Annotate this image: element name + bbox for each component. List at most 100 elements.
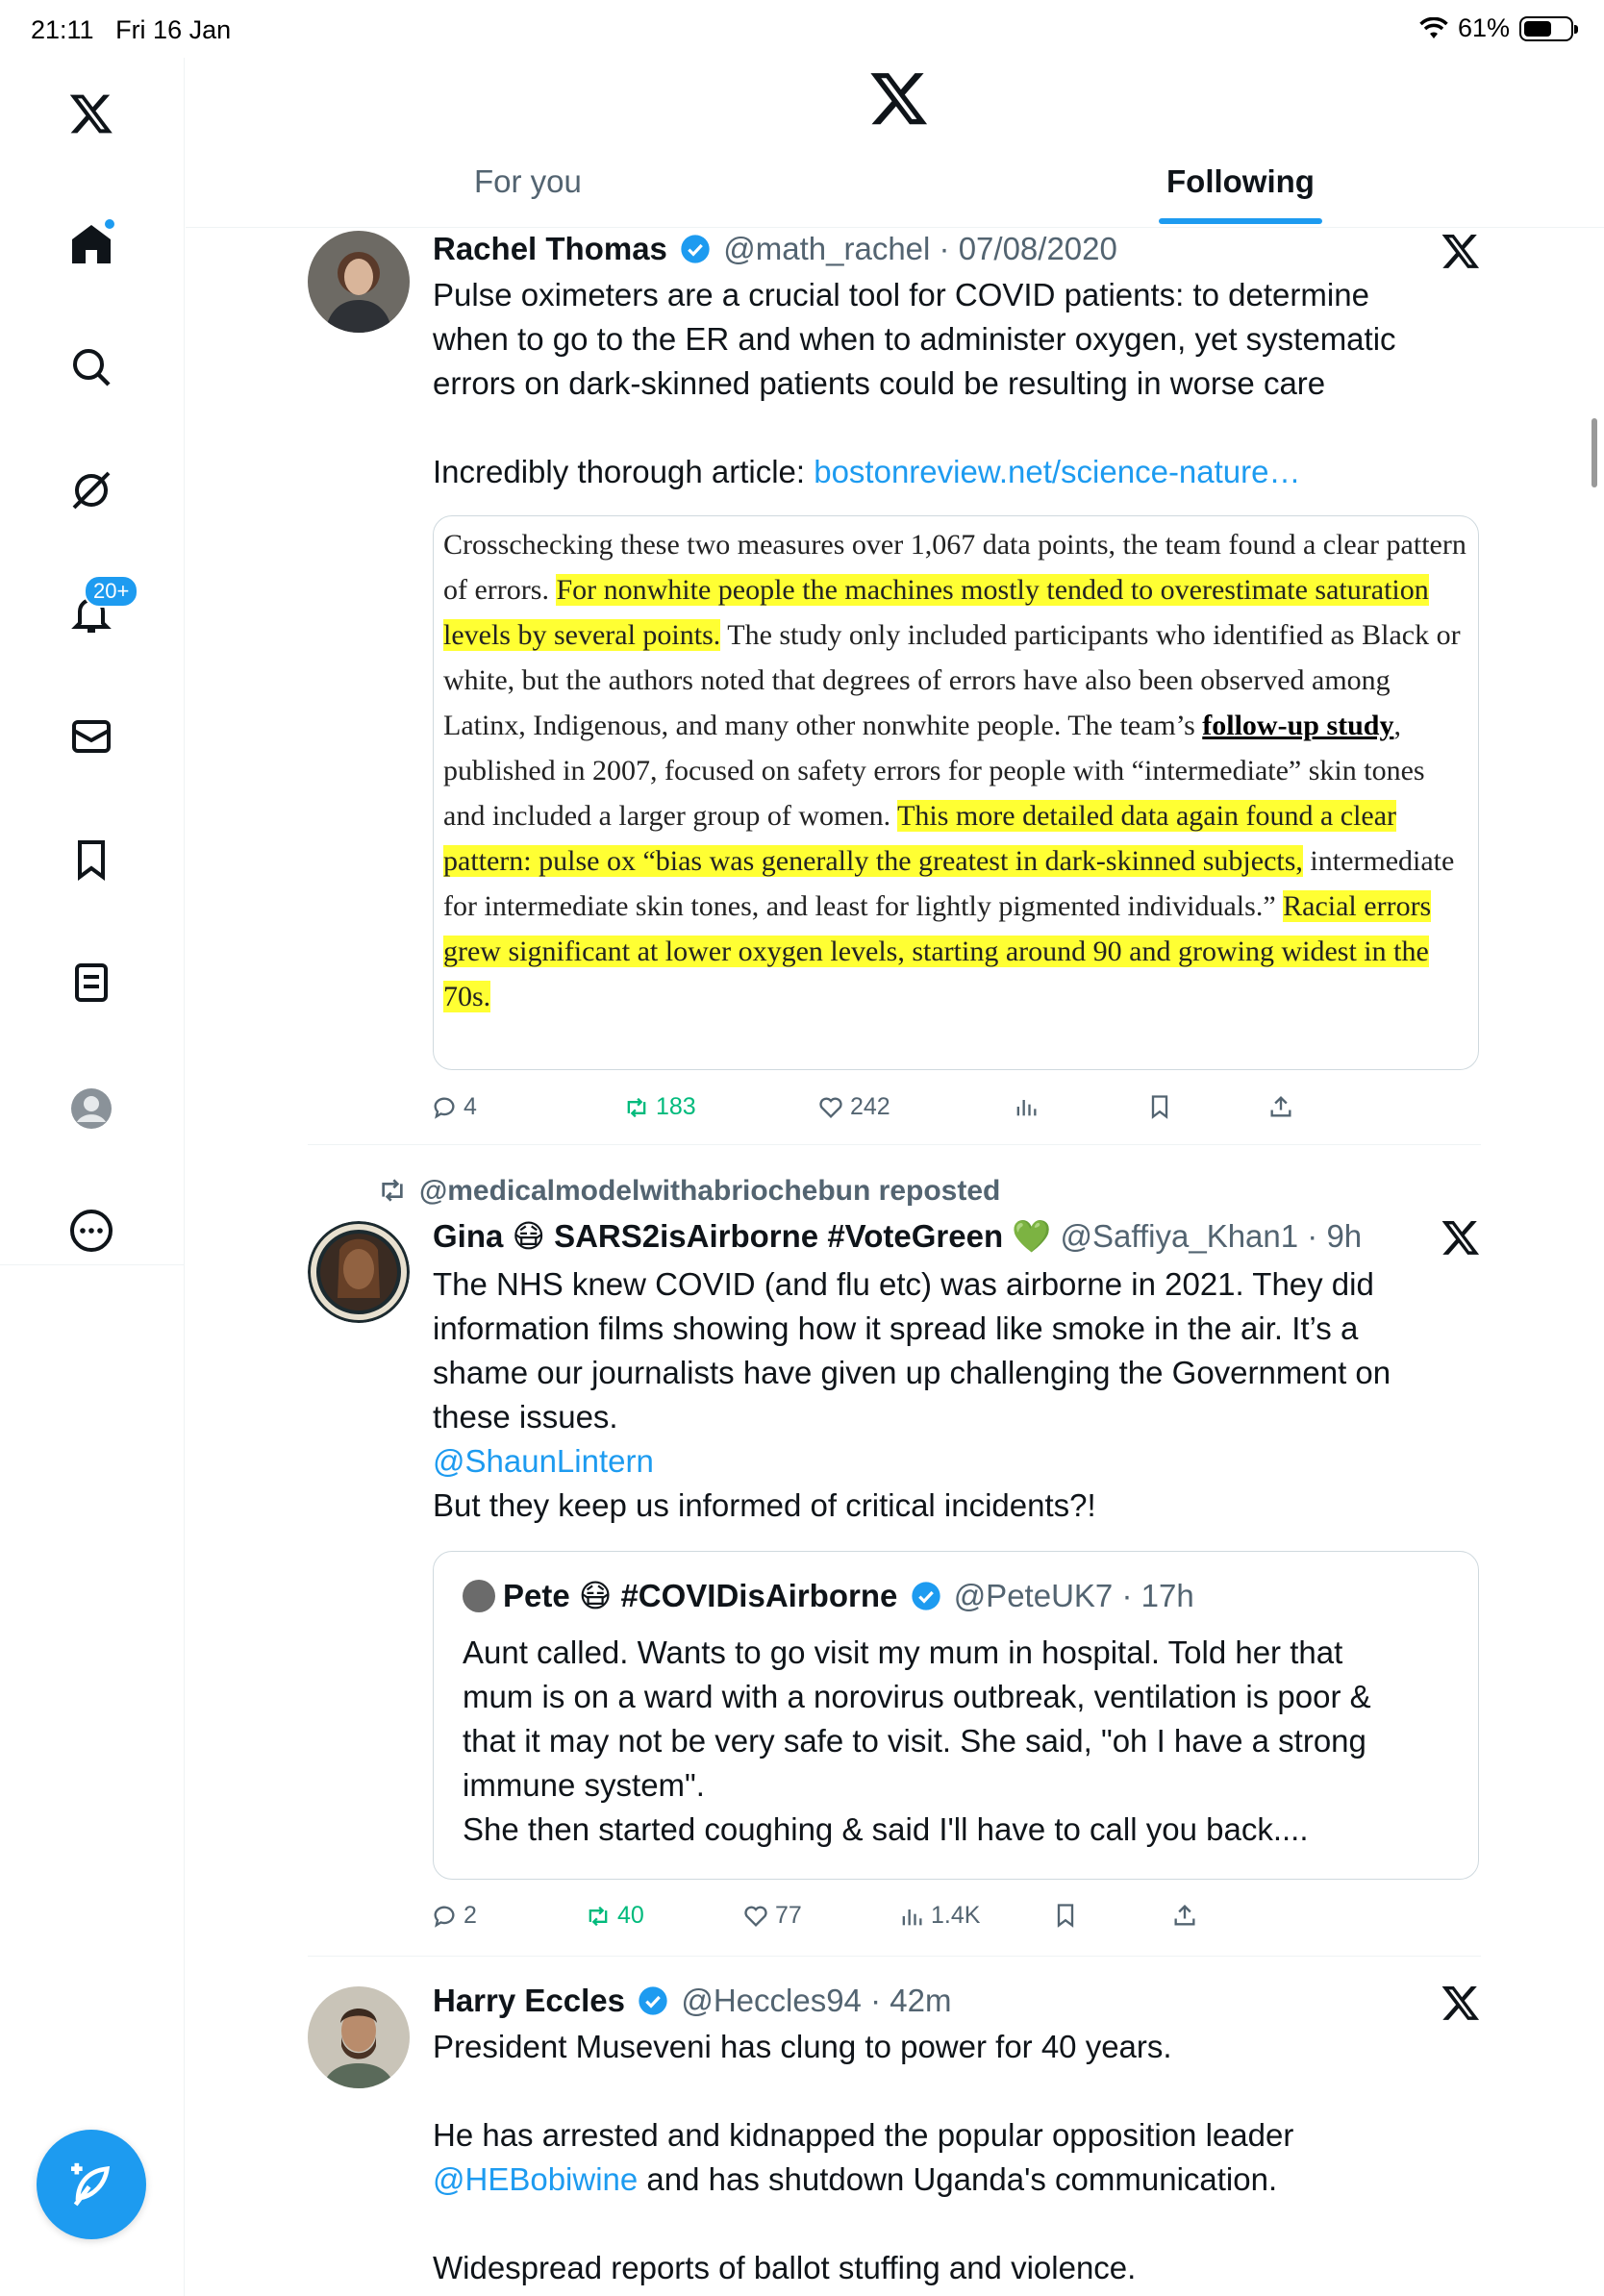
views-icon bbox=[902, 1909, 922, 1925]
bookmark-button[interactable] bbox=[1052, 1902, 1079, 1929]
verified-badge-icon bbox=[639, 1986, 667, 2015]
x-logo-icon bbox=[870, 73, 928, 125]
repost-context[interactable]: @medicalmodelwithabriochebun reposted bbox=[377, 1175, 1000, 1208]
tweet[interactable]: Harry Eccles @Heccles94 · 42m President … bbox=[308, 1983, 1481, 2296]
compose-button[interactable] bbox=[37, 2130, 146, 2239]
like-count: 242 bbox=[850, 1093, 890, 1120]
like-button[interactable]: 242 bbox=[817, 1093, 890, 1121]
search-icon[interactable] bbox=[63, 338, 120, 396]
tweet-time[interactable]: · 9h bbox=[1307, 1218, 1362, 1254]
tweet-text-line: Pulse oximeters are a crucial tool for C… bbox=[433, 277, 1369, 312]
tab-for-you[interactable]: For you bbox=[474, 163, 582, 200]
tweet-actions: 4 183 242 bbox=[431, 1093, 1392, 1132]
lists-icon[interactable] bbox=[63, 954, 120, 1011]
views-button[interactable]: 1.4K bbox=[898, 1902, 980, 1930]
tab-following[interactable]: Following bbox=[1166, 163, 1315, 200]
battery-percent: 61% bbox=[1457, 13, 1510, 42]
tweet-actions: 2 40 77 1.4K bbox=[431, 1902, 1392, 1940]
repost-icon bbox=[627, 1097, 646, 1117]
tweet[interactable]: Gina 😷 SARS2isAirborne #VoteGreen 💚 @Saf… bbox=[308, 1217, 1481, 1938]
compose-icon bbox=[71, 2162, 111, 2207]
reply-button[interactable]: 4 bbox=[431, 1093, 477, 1121]
views-count: 1.4K bbox=[931, 1902, 981, 1929]
tweet[interactable]: Rachel Thomas @math_rachel · 07/08/2020 … bbox=[308, 231, 1481, 1154]
home-icon[interactable] bbox=[63, 215, 120, 273]
tweet-text-line: these issues. bbox=[433, 1399, 618, 1435]
avatar[interactable] bbox=[308, 1986, 410, 2088]
notifications-icon[interactable]: 20+ bbox=[63, 575, 139, 642]
author-name[interactable]: Harry Eccles bbox=[433, 1983, 625, 2018]
grok-icon[interactable] bbox=[63, 462, 120, 519]
x-logo-icon[interactable] bbox=[1441, 231, 1481, 271]
bookmark-icon bbox=[1057, 1904, 1074, 1928]
quote-header: Pete 😷 #COVIDisAirborne @PeteUK7 · 17h bbox=[463, 1577, 1194, 1614]
share-button[interactable] bbox=[1267, 1093, 1294, 1120]
heart-icon bbox=[819, 1097, 842, 1118]
x-logo-icon[interactable] bbox=[1441, 1217, 1481, 1258]
author-handle[interactable]: @Heccles94 bbox=[681, 1983, 862, 2018]
x-logo-icon[interactable] bbox=[1441, 1983, 1481, 2023]
tweet-text-line: information films showing how it spread … bbox=[433, 1310, 1359, 1346]
avatar[interactable] bbox=[308, 231, 410, 333]
reply-icon bbox=[434, 1906, 455, 1928]
author-name[interactable]: Gina 😷 SARS2isAirborne #VoteGreen 💚 bbox=[433, 1218, 1051, 1254]
repost-button[interactable]: 40 bbox=[585, 1902, 644, 1930]
x-logo-icon[interactable] bbox=[63, 85, 120, 142]
like-button[interactable]: 77 bbox=[742, 1902, 802, 1930]
status-time: 21:11 Fri 16 Jan bbox=[31, 15, 232, 44]
reply-count: 2 bbox=[464, 1902, 477, 1929]
tweet-text-line: He has arrested and kidnapped the popula… bbox=[433, 2117, 1294, 2153]
share-icon bbox=[1270, 1096, 1291, 1117]
repost-by-text: @medicalmodelwithabriochebun reposted bbox=[419, 1175, 1001, 1207]
quote-author-handle: @PeteUK7 bbox=[953, 1578, 1114, 1613]
share-icon bbox=[1174, 1905, 1195, 1926]
messages-icon[interactable] bbox=[63, 708, 120, 765]
mention-link[interactable]: @ShaunLintern bbox=[433, 1439, 1471, 1484]
article-link[interactable]: bostonreview.net/science-nature… bbox=[814, 454, 1300, 489]
author-name[interactable]: Rachel Thomas bbox=[433, 231, 667, 266]
profile-icon[interactable] bbox=[63, 1080, 120, 1137]
quoted-tweet[interactable]: Pete 😷 #COVIDisAirborne @PeteUK7 · 17h A… bbox=[433, 1551, 1479, 1880]
reply-count: 4 bbox=[464, 1093, 477, 1120]
tweet-text-line: But they keep us informed of critical in… bbox=[433, 1487, 1096, 1523]
tweet-text-line: shame our journalists have given up chal… bbox=[433, 1355, 1391, 1390]
quote-text: Aunt called. Wants to go visit my mum in… bbox=[463, 1631, 1463, 1852]
views-icon bbox=[1016, 1100, 1037, 1116]
bookmarks-icon[interactable] bbox=[63, 831, 120, 888]
repost-button[interactable]: 183 bbox=[623, 1093, 696, 1121]
home-unread-dot bbox=[103, 217, 116, 231]
quote-text-line: mum is on a ward with a norovirus outbre… bbox=[463, 1679, 1371, 1714]
sidebar-divider bbox=[0, 1264, 185, 1265]
more-icon[interactable] bbox=[63, 1202, 120, 1260]
author-handle[interactable]: @Saffiya_Khan1 bbox=[1061, 1218, 1299, 1254]
scrollbar[interactable] bbox=[1591, 418, 1597, 487]
tweet-text-line: The NHS knew COVID (and flu etc) was air… bbox=[433, 1266, 1374, 1302]
sidebar-nav: 20+ bbox=[0, 58, 185, 2296]
wifi-icon bbox=[1419, 16, 1448, 38]
views-button[interactable] bbox=[1013, 1093, 1040, 1120]
notifications-badge: 20+ bbox=[84, 575, 139, 608]
avatar[interactable] bbox=[463, 1580, 495, 1612]
article-image[interactable]: Crosschecking these two measures over 1,… bbox=[433, 515, 1479, 1070]
avatar[interactable] bbox=[308, 1221, 410, 1323]
quote-author-name[interactable]: Pete 😷 #COVIDisAirborne bbox=[503, 1578, 897, 1613]
reply-icon bbox=[434, 1097, 455, 1119]
verified-badge-icon bbox=[681, 235, 710, 263]
tweet-time[interactable]: · 07/08/2020 bbox=[940, 231, 1117, 266]
tweet-divider bbox=[308, 1956, 1481, 1957]
like-count: 77 bbox=[775, 1902, 802, 1929]
heart-icon bbox=[744, 1906, 767, 1927]
mention-link[interactable]: @HEBobiwine bbox=[433, 2161, 638, 2197]
tweet-time[interactable]: · 42m bbox=[870, 1983, 951, 2018]
tweet-text-line: Widespread reports of ballot stuffing an… bbox=[433, 2250, 1137, 2285]
share-button[interactable] bbox=[1171, 1902, 1198, 1929]
repost-count: 40 bbox=[617, 1902, 644, 1929]
bookmark-button[interactable] bbox=[1146, 1093, 1173, 1120]
tweet-text-line: Incredibly thorough article: bbox=[433, 454, 815, 489]
bookmark-icon bbox=[1151, 1095, 1168, 1119]
tweet-text-line: when to go to the ER and when to adminis… bbox=[433, 321, 1396, 357]
repost-count: 183 bbox=[656, 1093, 696, 1120]
repost-icon bbox=[589, 1906, 608, 1926]
reply-button[interactable]: 2 bbox=[431, 1902, 477, 1930]
author-handle[interactable]: @math_rachel bbox=[723, 231, 930, 266]
